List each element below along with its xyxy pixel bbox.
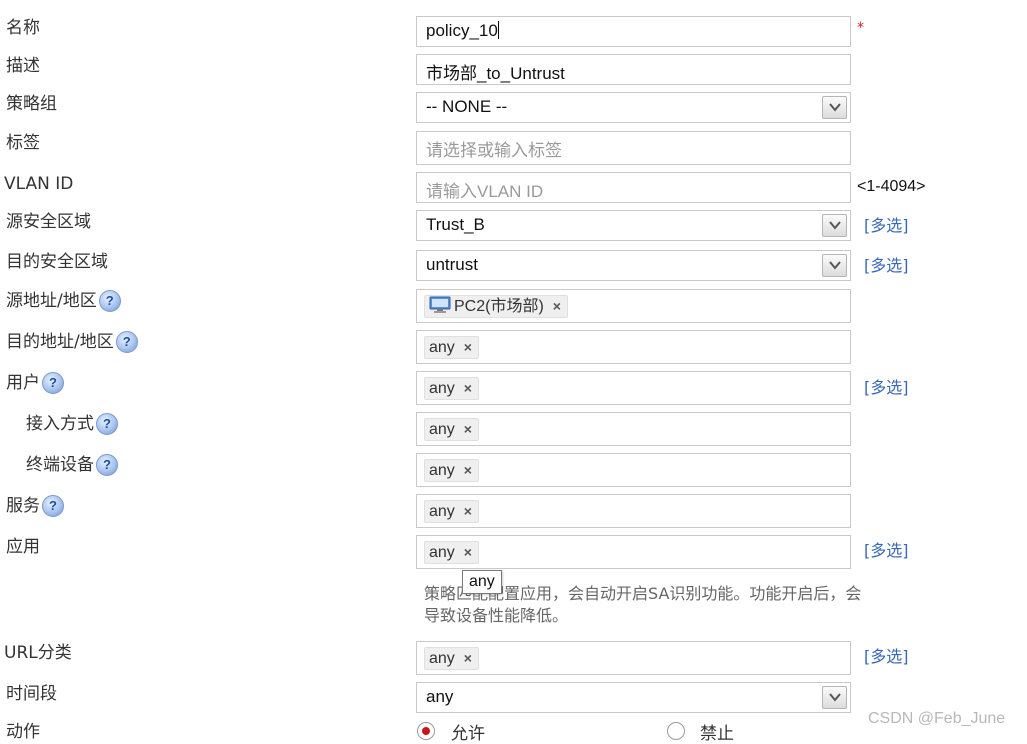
remove-tag-icon[interactable]: × (464, 419, 472, 439)
chevron-down-icon[interactable] (822, 254, 847, 277)
terminal-label: 终端设备? (26, 454, 118, 476)
access-mode-input[interactable]: any × (416, 412, 851, 446)
dst-addr-label-text: 目的地址/地区 (6, 332, 114, 352)
service-label-text: 服务 (6, 496, 40, 516)
dst-addr-tag-text: any (429, 339, 455, 356)
vlan-placeholder: 请输入VLAN ID (426, 182, 544, 201)
dst-addr-label: 目的地址/地区? (6, 331, 138, 353)
url-input[interactable]: any × (416, 641, 851, 675)
time-select[interactable]: any (416, 682, 851, 713)
vlan-range: <1-4094> (857, 178, 926, 195)
policy-group-label: 策略组 (6, 94, 57, 114)
url-tag: any × (424, 647, 479, 670)
chevron-down-icon[interactable] (822, 96, 847, 119)
terminal-tag: any × (424, 459, 479, 482)
access-mode-tag-text: any (429, 421, 455, 438)
terminal-input[interactable]: any × (416, 453, 851, 487)
remove-tag-icon[interactable]: × (464, 378, 472, 398)
src-zone-label: 源安全区域 (6, 212, 91, 232)
help-icon[interactable]: ? (115, 331, 138, 353)
user-tag: any × (424, 377, 479, 400)
time-label: 时间段 (6, 684, 57, 704)
help-icon[interactable]: ? (42, 372, 64, 394)
src-addr-tag: PC2(市场部) × (424, 295, 568, 318)
app-tag: any × (424, 541, 479, 564)
desc-label: 描述 (6, 56, 40, 76)
name-input-value: policy_10 (426, 21, 499, 40)
terminal-label-text: 终端设备 (26, 455, 94, 475)
tag-label: 标签 (6, 133, 40, 153)
user-tag-text: any (429, 380, 455, 397)
computer-icon (429, 296, 451, 320)
remove-tag-icon[interactable]: × (464, 337, 472, 357)
allow-radio[interactable] (417, 722, 435, 740)
name-label: 名称 (6, 18, 40, 38)
url-multi-select[interactable]: [多选] (864, 643, 909, 667)
tag-input[interactable]: 请选择或输入标签 (416, 131, 851, 165)
allow-label: 允许 (451, 724, 485, 744)
src-addr-label: 源地址/地区? (6, 290, 121, 312)
user-label: 用户? (6, 372, 64, 394)
tag-placeholder: 请选择或输入标签 (426, 141, 562, 160)
remove-tag-icon[interactable]: × (464, 648, 472, 668)
chevron-down-icon[interactable] (822, 214, 847, 237)
src-addr-tag-text: PC2(市场部) (454, 298, 544, 315)
vlan-label: VLAN ID (4, 174, 74, 194)
src-zone-multi-select[interactable]: [多选] (864, 212, 909, 236)
policy-group-value: -- NONE -- (426, 97, 508, 116)
vlan-input[interactable]: 请输入VLAN ID (416, 172, 851, 203)
src-addr-label-text: 源地址/地区 (6, 291, 97, 311)
app-multi-select[interactable]: [多选] (864, 537, 909, 561)
tooltip: any (462, 570, 502, 594)
src-zone-select[interactable]: Trust_B (416, 210, 851, 241)
service-input[interactable]: any × (416, 494, 851, 528)
watermark: CSDN @Feb_June (868, 710, 1006, 727)
app-tag-text: any (429, 544, 455, 561)
dst-zone-value: untrust (426, 255, 478, 274)
action-label: 动作 (6, 722, 40, 742)
deny-label: 禁止 (700, 724, 734, 744)
url-tag-text: any (429, 650, 455, 667)
time-value: any (426, 687, 454, 706)
url-label: URL分类 (4, 643, 72, 663)
dst-addr-input[interactable]: any × (416, 330, 851, 364)
help-icon[interactable]: ? (42, 495, 64, 517)
dst-zone-select[interactable]: untrust (416, 250, 851, 281)
access-mode-tag: any × (424, 418, 479, 441)
policy-group-select[interactable]: -- NONE -- (416, 92, 851, 123)
src-addr-input[interactable]: PC2(市场部) × (416, 289, 851, 323)
access-mode-label: 接入方式? (26, 413, 118, 435)
remove-tag-icon[interactable]: × (464, 542, 472, 562)
service-tag: any × (424, 500, 479, 523)
remove-tag-icon[interactable]: × (464, 460, 472, 480)
src-zone-value: Trust_B (426, 215, 485, 234)
name-input[interactable]: policy_10 (416, 16, 851, 47)
user-multi-select[interactable]: [多选] (864, 374, 909, 398)
user-input[interactable]: any × (416, 371, 851, 405)
help-icon[interactable]: ? (96, 413, 118, 435)
desc-input[interactable]: 市场部_to_Untrust (416, 54, 851, 85)
app-input[interactable]: any × (416, 535, 851, 569)
terminal-tag-text: any (429, 462, 455, 479)
app-label: 应用 (6, 537, 40, 557)
dst-zone-label: 目的安全区域 (6, 252, 108, 272)
service-tag-text: any (429, 503, 455, 520)
dst-zone-multi-select[interactable]: [多选] (864, 252, 909, 276)
remove-tag-icon[interactable]: × (464, 501, 472, 521)
chevron-down-icon[interactable] (822, 686, 847, 709)
user-label-text: 用户 (6, 373, 40, 393)
desc-input-value: 市场部_to_Untrust (426, 64, 565, 83)
text-caret (497, 21, 499, 39)
service-label: 服务? (6, 495, 64, 517)
help-icon[interactable]: ? (98, 290, 121, 312)
required-mark: * (857, 20, 864, 36)
help-icon[interactable]: ? (96, 454, 118, 476)
remove-tag-icon[interactable]: × (553, 296, 561, 316)
access-mode-label-text: 接入方式 (26, 414, 94, 434)
dst-addr-tag: any × (424, 336, 479, 359)
deny-radio[interactable] (667, 722, 685, 740)
